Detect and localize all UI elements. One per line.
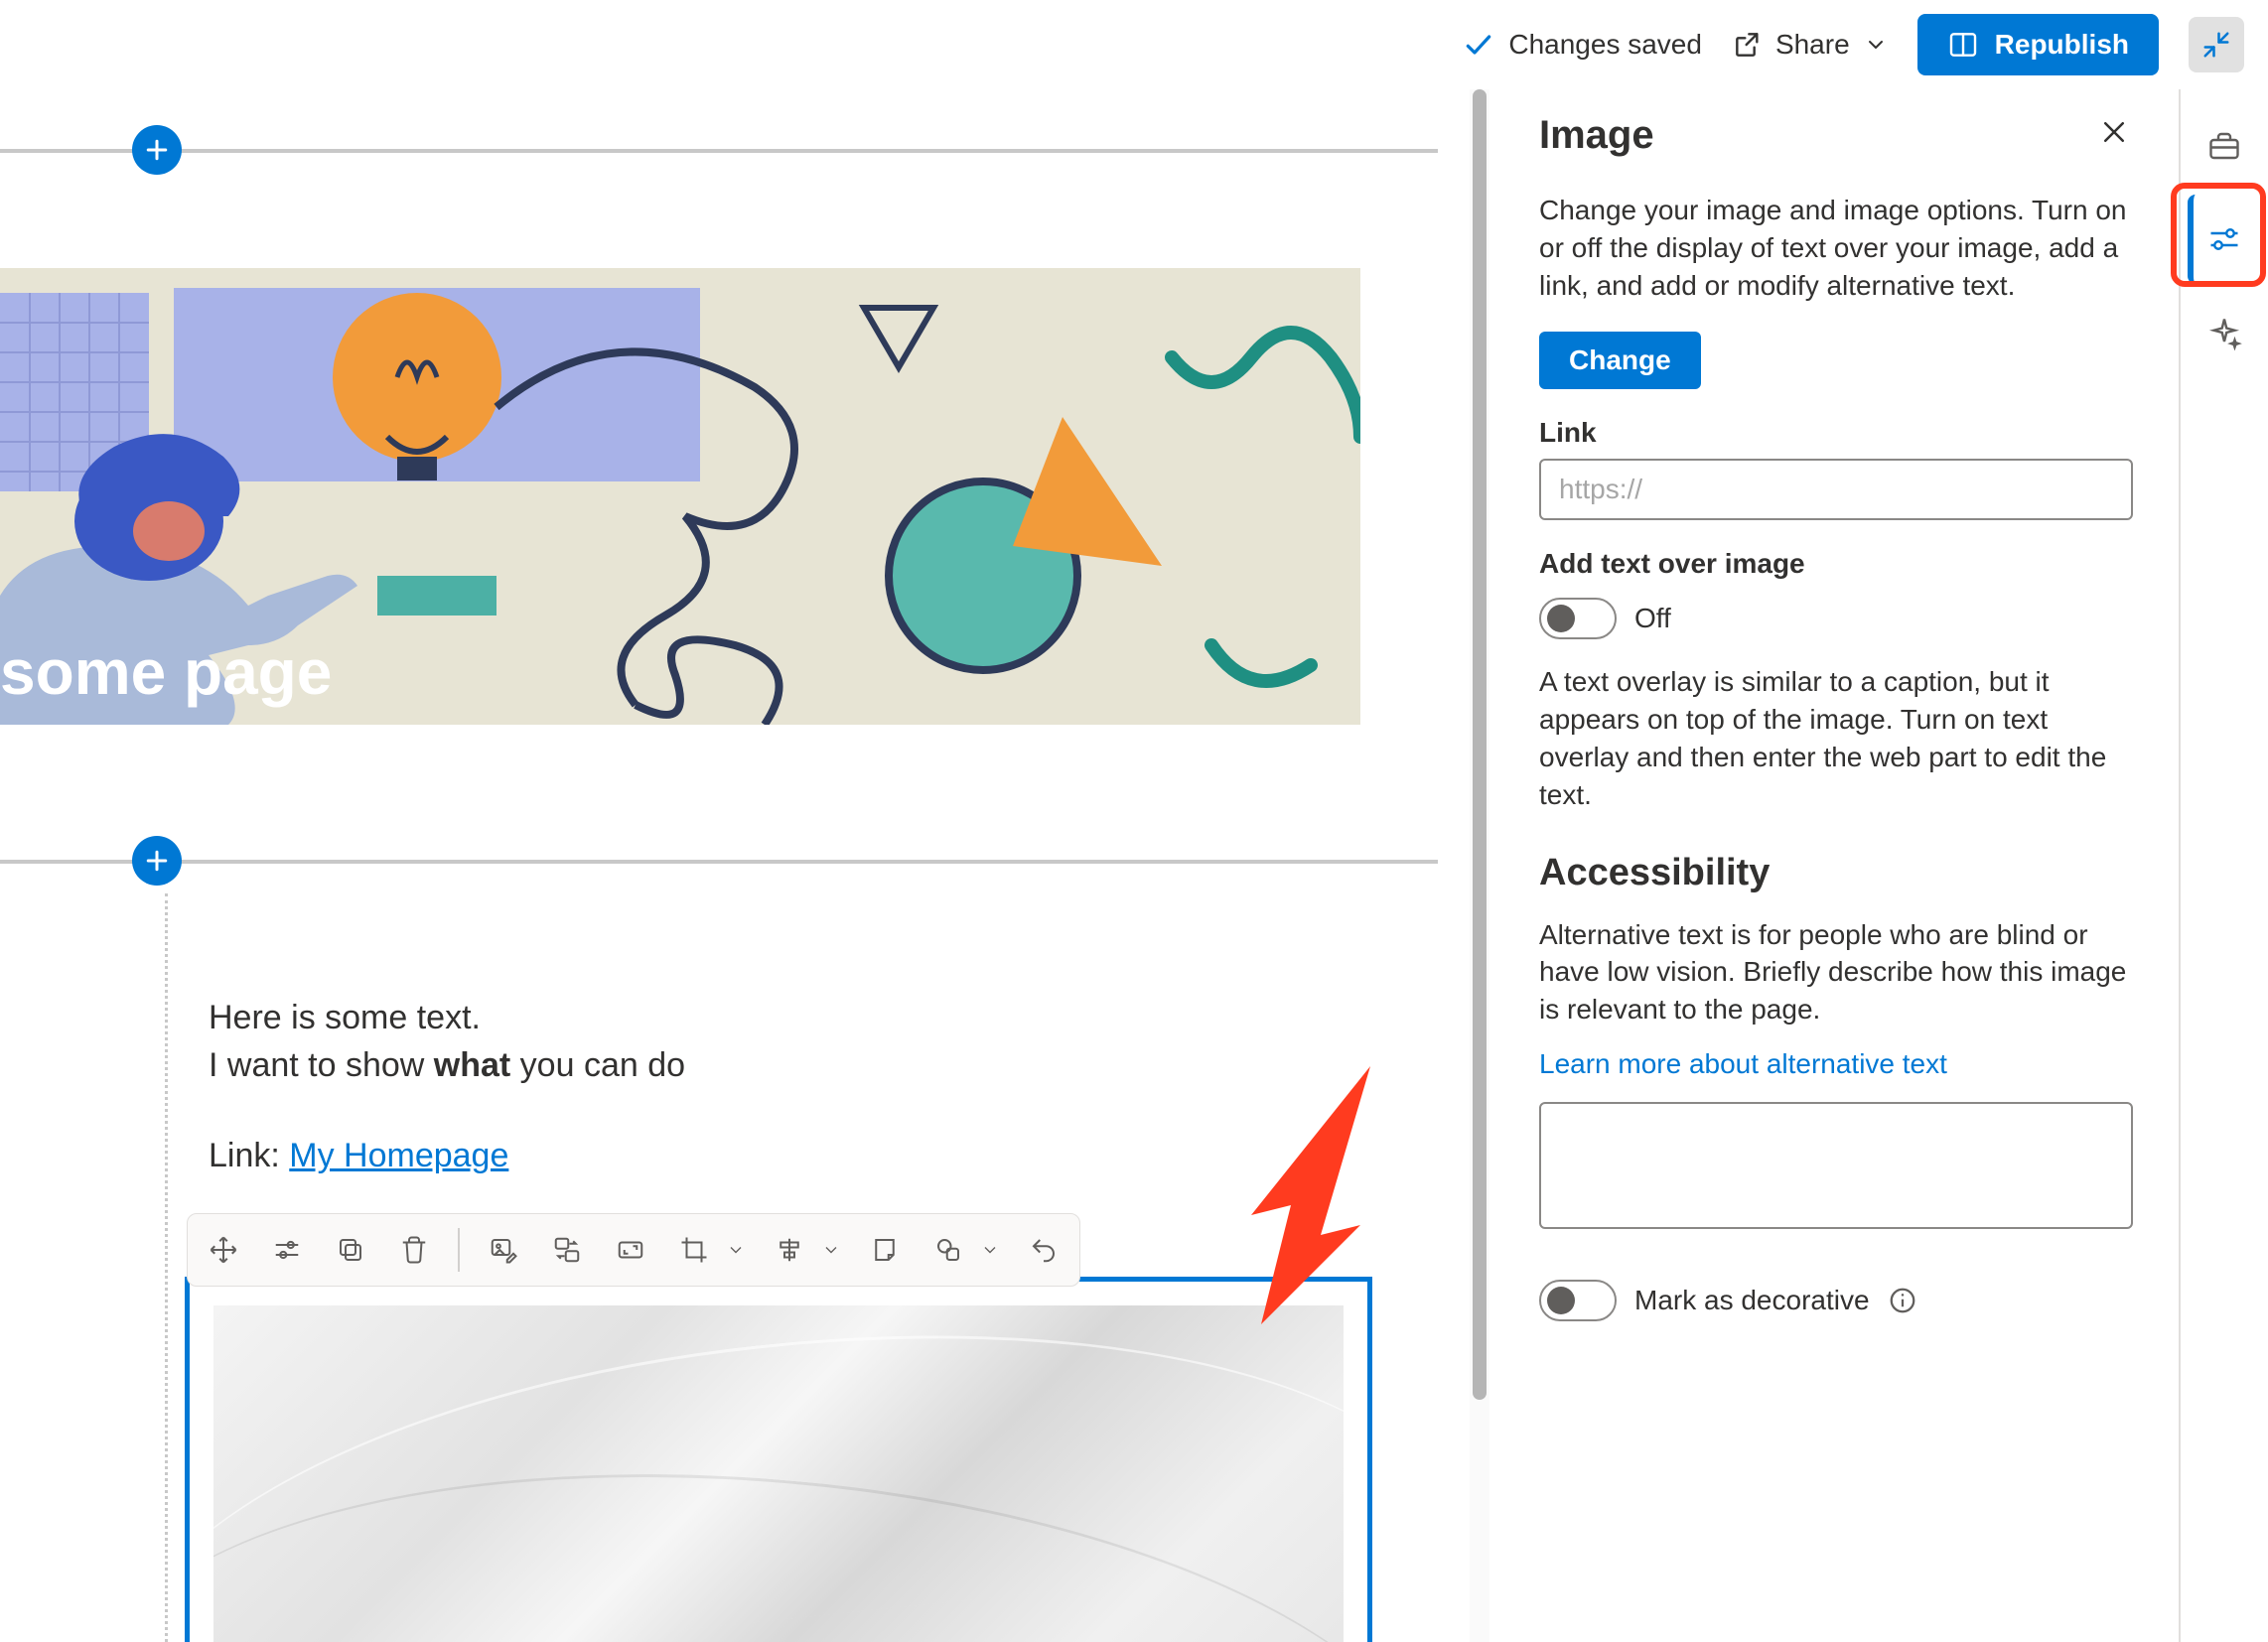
sliders-icon [272,1235,302,1265]
align-button[interactable] [770,1230,809,1270]
text-overlay-toggle[interactable] [1539,598,1617,639]
move-button[interactable] [204,1230,243,1270]
check-icon [1463,29,1494,61]
mark-decorative-label: Mark as decorative [1634,1285,1870,1316]
page-canvas: some page Here is some text. I want to s… [0,89,1470,1642]
accessibility-description: Alternative text is for people who are b… [1539,916,2129,1028]
rail-design-ideas-button[interactable] [2191,288,2258,377]
chevron-down-icon [821,1235,841,1265]
edit-properties-button[interactable] [267,1230,307,1270]
properties-panel: Image Change your image and image option… [1499,89,2153,1642]
section-divider [0,860,1438,864]
chevron-down-icon [726,1235,746,1265]
text-webpart[interactable]: Here is some text. I want to show what y… [209,995,685,1180]
replace-image-button[interactable] [547,1230,587,1270]
text-line: I want to show what you can do [209,1042,685,1090]
right-rail [2179,89,2268,1642]
share-button[interactable]: Share [1732,29,1888,61]
text-line: Here is some text. [209,995,685,1042]
image-edit-toolbar [187,1213,1080,1287]
link-input[interactable] [1539,459,2133,520]
note-icon [870,1235,900,1265]
mark-decorative-toggle[interactable] [1539,1280,1617,1321]
move-icon [209,1235,238,1265]
learn-more-alt-text-link[interactable]: Learn more about alternative text [1539,1048,2129,1080]
panel-description: Change your image and image options. Tur… [1539,192,2129,304]
close-icon [2099,117,2129,147]
caption-button[interactable] [865,1230,905,1270]
delete-button[interactable] [394,1230,434,1270]
sparkle-icon [2206,315,2242,350]
save-status: Changes saved [1463,29,1702,61]
shapes-menu[interactable] [980,1240,1000,1260]
undo-icon [1029,1235,1059,1265]
column-guide [165,893,168,1642]
rail-properties-button[interactable] [2188,195,2255,284]
toolbox-icon [2206,128,2242,164]
plus-icon [142,846,172,876]
shapes-button[interactable] [928,1230,968,1270]
align-icon [775,1235,804,1265]
section-divider [0,149,1438,153]
add-section-button[interactable] [132,125,182,175]
image-swap-icon [552,1235,582,1265]
chevron-down-icon [980,1235,1000,1265]
align-menu[interactable] [821,1240,841,1260]
share-icon [1732,29,1764,61]
rail-toolbox-button[interactable] [2191,101,2258,191]
hero-banner[interactable]: some page [0,268,1360,725]
trash-icon [399,1235,429,1265]
republish-label: Republish [1995,29,2129,61]
image-webpart-selected[interactable] [185,1277,1372,1642]
accessibility-heading: Accessibility [1539,852,2129,894]
copy-icon [336,1235,365,1265]
page-title: some page [0,635,332,709]
alt-text-input[interactable] [1539,1102,2133,1229]
top-command-bar: Changes saved Share Republish [0,0,2268,89]
book-icon [1947,29,1979,61]
close-panel-button[interactable] [2099,117,2129,154]
collapse-pane-button[interactable] [2189,17,2244,72]
image-pencil-icon [489,1235,518,1265]
info-icon[interactable] [1888,1286,1917,1315]
text-overlay-label: Add text over image [1539,548,2129,580]
scrollbar-thumb[interactable] [1473,89,1487,1400]
toolbar-separator [458,1228,460,1272]
duplicate-button[interactable] [331,1230,370,1270]
crop-menu[interactable] [726,1240,746,1260]
canvas-scrollbar[interactable] [1470,89,1489,1642]
plus-icon [142,135,172,165]
link-field-label: Link [1539,417,2129,449]
text-link-line: Link: My Homepage [209,1133,685,1180]
collapse-icon [2201,30,2231,60]
sliders-icon [2206,221,2242,257]
add-section-button[interactable] [132,836,182,886]
toggle-state-text: Off [1634,603,1671,634]
content-link[interactable]: My Homepage [289,1137,508,1174]
resize-icon [616,1235,645,1265]
edit-image-button[interactable] [484,1230,523,1270]
text-overlay-help: A text overlay is similar to a caption, … [1539,663,2129,813]
crop-icon [679,1235,709,1265]
chevron-down-icon [1864,33,1888,57]
image-preview [213,1305,1344,1642]
change-image-button[interactable]: Change [1539,332,1701,389]
crop-button[interactable] [674,1230,714,1270]
shapes-icon [933,1235,963,1265]
republish-button[interactable]: Republish [1917,14,2159,75]
save-status-text: Changes saved [1508,29,1702,61]
undo-button[interactable] [1024,1230,1063,1270]
share-label: Share [1775,29,1850,61]
panel-title: Image [1539,113,2129,158]
resize-button[interactable] [611,1230,650,1270]
